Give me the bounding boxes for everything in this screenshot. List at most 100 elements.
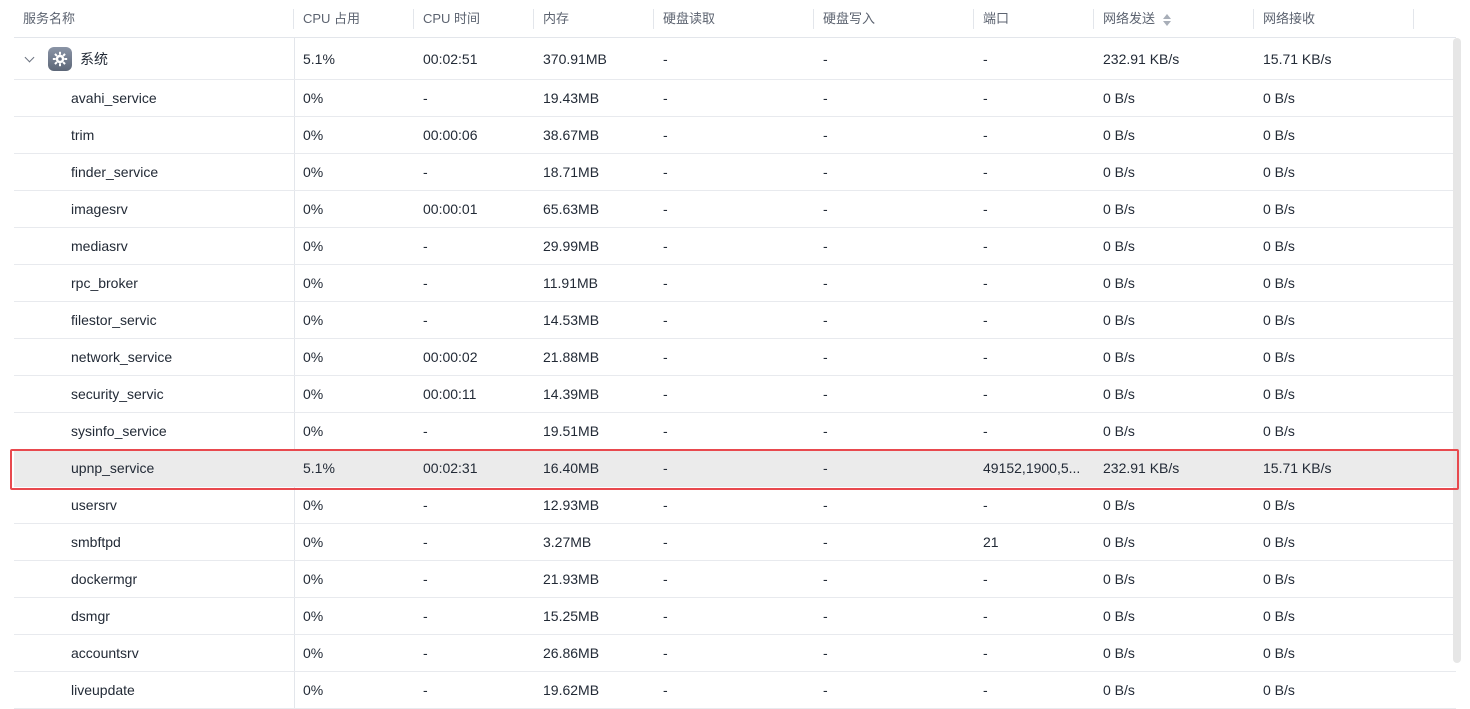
column-header-disk-write[interactable]: 硬盘写入 bbox=[814, 0, 974, 38]
disk-write-cell: - bbox=[823, 571, 828, 587]
memory-cell: 38.67MB bbox=[543, 127, 600, 143]
table-row[interactable]: mediasrv 0% - 29.99MB - - - 0 B/s 0 B/s bbox=[14, 228, 1456, 265]
service-name-cell: dockermgr bbox=[71, 571, 138, 587]
cpu-cell: 0% bbox=[303, 127, 324, 143]
table-row[interactable]: network_service 0% 00:00:02 21.88MB - - - 0 B/s… bbox=[14, 339, 1456, 376]
disk-read-cell: - bbox=[663, 127, 668, 143]
group-row-system[interactable]: 系统 5.1% 00:02:51 370.91MB - - - 232.91 K… bbox=[14, 38, 1456, 80]
cpu-cell: 0% bbox=[303, 386, 324, 402]
table-body: 系统 5.1% 00:02:51 370.91MB - - - 232.91 K… bbox=[14, 38, 1456, 709]
table-row[interactable]: rpc_broker 0% - 11.91MB - - - 0 B/s 0 B/s bbox=[14, 265, 1456, 302]
port-value: - bbox=[983, 127, 988, 143]
cpu-cell: 0% bbox=[303, 238, 324, 254]
cpu-cell: 0% bbox=[303, 312, 324, 328]
group-name-cell: 系统 bbox=[14, 38, 294, 79]
cpu-time-cell: 00:00:06 bbox=[423, 127, 478, 143]
table-row[interactable]: imagesrv 0% 00:00:01 65.63MB - - - 0 B/s 0 B/s bbox=[14, 191, 1456, 228]
port-cell: - bbox=[974, 117, 1094, 153]
process-table: 服务名称 CPU 占用 CPU 时间 内存 硬盘读取 硬盘写入 端口 网络发送 … bbox=[0, 0, 1470, 709]
table-row[interactable]: filestor_servic 0% - 14.53MB - - - 0 B/s 0 B/s bbox=[14, 302, 1456, 339]
port-value: - bbox=[983, 608, 988, 624]
table-row[interactable]: usersrv 0% - 12.93MB - - - 0 B/s 0 B/s bbox=[14, 487, 1456, 524]
cpu-time-cell: - bbox=[423, 164, 428, 180]
disk-write-cell: - bbox=[823, 682, 828, 698]
column-header-port[interactable]: 端口 bbox=[974, 0, 1094, 38]
cpu-time-cell: 00:00:01 bbox=[423, 201, 478, 217]
disk-write-cell: - bbox=[823, 275, 828, 291]
cpu-cell: 0% bbox=[303, 497, 324, 513]
net-recv-cell: 0 B/s bbox=[1263, 645, 1295, 661]
column-header-memory[interactable]: 内存 bbox=[534, 0, 654, 38]
net-recv-cell: 0 B/s bbox=[1263, 682, 1295, 698]
port-cell: 21 bbox=[974, 524, 1094, 560]
column-header-disk-read[interactable]: 硬盘读取 bbox=[654, 0, 814, 38]
column-header-net-recv[interactable]: 网络接收 bbox=[1254, 0, 1414, 38]
cpu-cell: 0% bbox=[303, 423, 324, 439]
table-row[interactable]: trim 0% 00:00:06 38.67MB - - - 0 B/s 0 B/s bbox=[14, 117, 1456, 154]
port-cell: - bbox=[974, 487, 1094, 523]
table-row[interactable]: avahi_service 0% - 19.43MB - - - 0 B/s 0 B/s bbox=[14, 80, 1456, 117]
net-recv-cell: 0 B/s bbox=[1263, 238, 1295, 254]
cpu-cell: 5.1% bbox=[303, 50, 335, 67]
memory-cell: 14.53MB bbox=[543, 312, 600, 328]
sort-icon[interactable] bbox=[1162, 13, 1171, 26]
disk-write-cell: - bbox=[823, 349, 828, 365]
vertical-scrollbar[interactable] bbox=[1453, 38, 1461, 663]
chevron-down-icon[interactable] bbox=[24, 53, 36, 65]
net-send-cell: 0 B/s bbox=[1103, 201, 1135, 217]
table-row[interactable]: sysinfo_service 0% - 19.51MB - - - 0 B/s 0 B/s bbox=[14, 413, 1456, 450]
port-cell: - bbox=[974, 80, 1094, 116]
table-row[interactable]: finder_service 0% - 18.71MB - - - 0 B/s 0 B/s bbox=[14, 154, 1456, 191]
service-name-cell: liveupdate bbox=[71, 682, 135, 698]
disk-write-cell: - bbox=[823, 50, 828, 67]
disk-read-cell: - bbox=[663, 682, 668, 698]
table-row[interactable]: liveupdate 0% - 19.62MB - - - 0 B/s 0 B/s bbox=[14, 672, 1456, 709]
cpu-cell: 0% bbox=[303, 682, 324, 698]
net-send-cell: 0 B/s bbox=[1103, 164, 1135, 180]
service-name-cell: trim bbox=[71, 127, 95, 143]
port-value: - bbox=[983, 312, 988, 328]
port-cell: - bbox=[974, 376, 1094, 412]
column-header-cpu[interactable]: CPU 占用 bbox=[294, 0, 414, 38]
net-send-cell: 232.91 KB/s bbox=[1103, 50, 1180, 67]
memory-cell: 14.39MB bbox=[543, 386, 600, 402]
cpu-time-cell: 00:00:11 bbox=[423, 386, 477, 402]
table-row[interactable]: dsmgr 0% - 15.25MB - - - 0 B/s 0 B/s bbox=[14, 598, 1456, 635]
net-recv-cell: 0 B/s bbox=[1263, 423, 1295, 439]
cpu-cell: 0% bbox=[303, 608, 324, 624]
net-recv-cell: 0 B/s bbox=[1263, 90, 1295, 106]
disk-read-cell: - bbox=[663, 571, 668, 587]
column-header-cpu-time[interactable]: CPU 时间 bbox=[414, 0, 534, 38]
port-value: - bbox=[983, 90, 988, 106]
table-row[interactable]: dockermgr 0% - 21.93MB - - - 0 B/s 0 B/s bbox=[14, 561, 1456, 598]
port-cell: - bbox=[974, 598, 1094, 634]
table-row[interactable]: security_servic 0% 00:00:11 14.39MB - - - 0 B/s… bbox=[14, 376, 1456, 413]
disk-read-cell: - bbox=[663, 238, 668, 254]
disk-read-cell: - bbox=[663, 497, 668, 513]
memory-cell: 370.91MB bbox=[543, 50, 607, 67]
net-send-cell: 0 B/s bbox=[1103, 608, 1135, 624]
service-name-cell: usersrv bbox=[71, 497, 117, 513]
net-recv-cell: 0 B/s bbox=[1263, 164, 1295, 180]
table-row[interactable]: smbftpd 0% - 3.27MB - - 21 0 B/s 0 B/s bbox=[14, 524, 1456, 561]
port-cell: - bbox=[974, 228, 1094, 264]
disk-write-cell: - bbox=[823, 386, 828, 402]
port-value: - bbox=[983, 386, 988, 402]
table-row[interactable]: upnp_service 5.1% 00:02:31 16.40MB - - 49152,1… bbox=[14, 450, 1456, 487]
table-row[interactable]: accountsrv 0% - 26.86MB - - - 0 B/s 0 B/s bbox=[14, 635, 1456, 672]
cpu-time-cell: 00:02:31 bbox=[423, 460, 478, 476]
port-value: - bbox=[983, 571, 988, 587]
port-value: 21 bbox=[983, 534, 999, 550]
net-send-cell: 0 B/s bbox=[1103, 534, 1135, 550]
column-header-name[interactable]: 服务名称 bbox=[14, 0, 294, 38]
disk-write-cell: - bbox=[823, 608, 828, 624]
cpu-time-cell: - bbox=[423, 423, 428, 439]
port-cell: - bbox=[974, 413, 1094, 449]
port-value: 49152,1900,5... bbox=[983, 460, 1081, 476]
cpu-cell: 0% bbox=[303, 164, 324, 180]
net-send-cell: 0 B/s bbox=[1103, 312, 1135, 328]
column-header-net-send[interactable]: 网络发送 bbox=[1094, 0, 1254, 38]
port-cell: - bbox=[983, 50, 988, 67]
cpu-time-cell: - bbox=[423, 534, 428, 550]
disk-read-cell: - bbox=[663, 608, 668, 624]
